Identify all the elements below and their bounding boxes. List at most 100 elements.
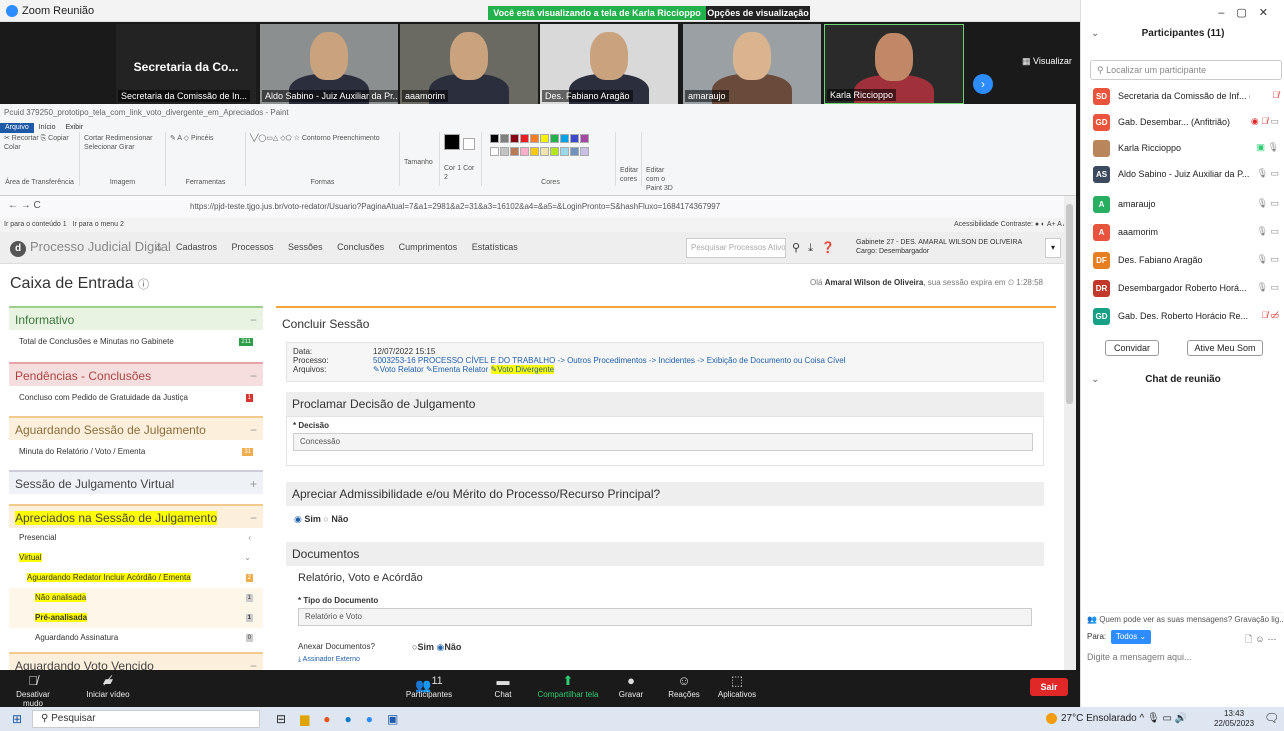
nav-arrows-icon[interactable]: ← → C bbox=[8, 200, 41, 211]
status-icons[interactable]: ◉ 🎙̸ ▭ bbox=[1251, 116, 1279, 127]
gabinete-dropdown-icon[interactable]: ▾ bbox=[1045, 238, 1061, 258]
section-sessao-virtual[interactable]: Sessão de Julgamento Virtual + bbox=[9, 470, 263, 494]
palette-swatch[interactable] bbox=[490, 134, 499, 143]
clipboard-items[interactable]: ✂ Recortar ⎘ Copiar Colar bbox=[4, 134, 75, 152]
accessibility-bar[interactable]: Acessibilidade Contraste: ● ◐ A+ A A- bbox=[954, 218, 1070, 232]
status-icons[interactable]: 🎙 ▭ bbox=[1257, 226, 1279, 237]
section-aguardando-sessao[interactable]: Aguardando Sessão de Julgamento − bbox=[9, 416, 263, 440]
section-voto-vencido[interactable]: Aguardando Voto Vencido − bbox=[9, 652, 263, 670]
palette-swatch[interactable] bbox=[510, 134, 519, 143]
shapes-items[interactable]: ╲╱◯▭△ ◇⬠ ☆ Contorno Preenchimento bbox=[250, 134, 395, 143]
help-icon[interactable]: ❓ bbox=[821, 242, 843, 254]
decisao-select[interactable]: Concessão bbox=[293, 433, 1033, 451]
chat-privacy-note[interactable]: 👥 Quem pode ver as suas mensagens? Grava… bbox=[1087, 612, 1283, 624]
video-tile[interactable]: Karla Riccioppo bbox=[824, 24, 964, 104]
taskbar-search[interactable]: ⚲ Pesquisar bbox=[32, 710, 260, 728]
radio-sim[interactable]: ◉ bbox=[294, 514, 302, 524]
participant-search-input[interactable]: ⚲ Localizar um participante bbox=[1090, 60, 1282, 80]
page-scrollbar[interactable] bbox=[1064, 196, 1076, 670]
download-icon[interactable]: ⤓ bbox=[808, 242, 821, 254]
palette-swatch[interactable] bbox=[570, 134, 579, 143]
status-icons[interactable]: 🎙 ▭ bbox=[1257, 282, 1279, 293]
section-apreciados[interactable]: Apreciados na Sessão de Julgamento − bbox=[9, 504, 263, 528]
video-tile[interactable]: aaamorim bbox=[400, 24, 538, 104]
collapse-icon[interactable]: − bbox=[250, 654, 257, 670]
next-page-icon[interactable]: › bbox=[973, 74, 993, 94]
palette-swatch[interactable] bbox=[540, 134, 549, 143]
leave-button[interactable]: Sair bbox=[1030, 678, 1068, 696]
menu-item-conclusoes[interactable]: Conclusões bbox=[337, 242, 384, 252]
emoji-icon[interactable]: ☺ bbox=[1255, 634, 1267, 644]
assinador-link[interactable]: ⤓ Assinador Externo bbox=[298, 656, 360, 664]
mute-button[interactable]: 🎙̸ Desativar mudo bbox=[8, 672, 58, 708]
video-tile[interactable]: Secretaria da Co... Secretaria da Comiss… bbox=[116, 24, 256, 104]
clock[interactable]: 13:43 22/05/2023 bbox=[1214, 709, 1254, 729]
palette-swatch[interactable] bbox=[500, 134, 509, 143]
status-icons[interactable]: ▣ 🎙 bbox=[1257, 142, 1279, 153]
voto-relator-link[interactable]: Voto Relator bbox=[380, 365, 424, 374]
participant-row[interactable]: Karla Riccioppo ▣ 🎙 bbox=[1081, 136, 1284, 162]
section-pendencias[interactable]: Pendências - Conclusões − bbox=[9, 362, 263, 386]
firefox-icon[interactable]: ● bbox=[323, 712, 344, 726]
task-view-icon[interactable]: ⊟ bbox=[276, 712, 300, 726]
windows-start-icon[interactable]: ⊞ bbox=[12, 712, 22, 726]
record-button[interactable]: ● Gravar bbox=[614, 672, 648, 699]
video-button[interactable]: ▰̸ Iniciar vídeo bbox=[80, 672, 136, 699]
chevron-down-icon[interactable]: ⌄ bbox=[1091, 374, 1099, 385]
menu-item-estatisticas[interactable]: Estatísticas bbox=[472, 242, 518, 252]
more-icon[interactable]: ⋯ bbox=[1267, 634, 1279, 644]
chat-input[interactable]: Digite a mensagem aqui... bbox=[1087, 652, 1192, 662]
search-icon[interactable]: ⚲ bbox=[792, 242, 808, 254]
video-tile[interactable]: Des. Fabiano Aragão bbox=[540, 24, 678, 104]
chat-button[interactable]: ▬ Chat bbox=[488, 672, 518, 699]
video-tile[interactable]: Aldo Sabino - Juiz Auxiliar da Pr... bbox=[260, 24, 398, 104]
palette-swatch[interactable] bbox=[540, 147, 549, 156]
palette-swatch[interactable] bbox=[510, 147, 519, 156]
zoom-app-icon[interactable]: ● bbox=[366, 712, 387, 726]
paint-group-color[interactable]: Cor 1 Cor 2 bbox=[440, 132, 482, 186]
edit-colors-button[interactable]: Editar cores bbox=[616, 132, 642, 186]
window-controls[interactable]: –▢✕ bbox=[1218, 6, 1280, 19]
recipient-dropdown[interactable]: Todos ⌄ bbox=[1111, 630, 1151, 644]
participant-row[interactable]: AS Aldo Sabino - Juiz Auxiliar da P... 🎙 ▭ bbox=[1081, 162, 1284, 188]
color2-swatch[interactable] bbox=[462, 138, 475, 150]
participants-button[interactable]: 👥11 Participantes bbox=[398, 672, 460, 699]
status-icons[interactable]: 🎙 ▭ bbox=[1257, 168, 1279, 179]
video-tile[interactable]: amaraujo bbox=[683, 24, 821, 104]
status-icons[interactable]: 🎙 ▭ bbox=[1257, 198, 1279, 209]
list-item[interactable]: Aguardando Assinatura 0 bbox=[9, 628, 263, 648]
brand[interactable]: d Processo Judicial Digital bbox=[10, 239, 171, 257]
menu-item-processos[interactable]: Processos bbox=[232, 242, 274, 252]
image-items[interactable]: Cortar Redimensionar Selecionar Girar bbox=[84, 134, 161, 152]
edit-paint3d-button[interactable]: Editar com o Paint 3D bbox=[642, 132, 682, 192]
collapse-icon[interactable]: − bbox=[250, 308, 257, 332]
list-item[interactable]: Presencial ‹ bbox=[9, 528, 263, 548]
tools-items[interactable]: ✎ A ◇ Pincéis bbox=[170, 134, 241, 143]
palette-swatch[interactable] bbox=[580, 134, 589, 143]
expand-icon[interactable]: + bbox=[250, 472, 257, 496]
paint-group-size[interactable]: Tamanho bbox=[400, 132, 440, 186]
address-bar[interactable]: https://pjd-teste.tjgo.jus.br/voto-redat… bbox=[190, 200, 890, 214]
status-icons[interactable]: 🎙 ▭ bbox=[1257, 254, 1279, 265]
palette-swatch[interactable] bbox=[570, 147, 579, 156]
participant-row[interactable]: GD Gab. Des. Roberto Horácio Re... 🎙̸ ▭̸ bbox=[1081, 304, 1284, 330]
mic-muted-icon[interactable]: 🎙̸ bbox=[1272, 90, 1279, 100]
participant-row[interactable]: DR Desembargador Roberto Horá... 🎙 ▭ bbox=[1081, 276, 1284, 302]
processo-link[interactable]: 5003253-16 PROCESSO CÍVEL E DO TRABALHO … bbox=[373, 356, 845, 365]
participant-row[interactable]: GD Gab. Desembar... (Anfitrião) ◉ 🎙̸ ▭ bbox=[1081, 110, 1284, 136]
menu-item-cumprimentos[interactable]: Cumprimentos bbox=[399, 242, 458, 252]
info-icon[interactable]: ⓘ bbox=[138, 279, 149, 291]
visualizar-button[interactable]: ▦ Visualizar bbox=[1022, 56, 1072, 67]
palette-swatch[interactable] bbox=[550, 147, 559, 156]
home-icon[interactable]: ⌂ bbox=[156, 242, 161, 252]
menu-item-sessoes[interactable]: Sessões bbox=[288, 242, 323, 252]
list-item[interactable]: Virtual ⌄ bbox=[9, 548, 263, 568]
file-icon[interactable]: 🗋 bbox=[1245, 634, 1255, 644]
status-icons[interactable]: 🎙̸ ▭̸ bbox=[1261, 310, 1279, 321]
list-item[interactable]: Pré-analisada 1 bbox=[9, 608, 263, 628]
participant-row[interactable]: DF Des. Fabiano Aragão 🎙 ▭ bbox=[1081, 248, 1284, 274]
participant-row[interactable]: Aaaamorim 🎙 ▭ bbox=[1081, 220, 1284, 246]
radio-nao[interactable]: ○ bbox=[323, 514, 328, 524]
palette-swatch[interactable] bbox=[530, 147, 539, 156]
reactions-button[interactable]: ☺ Reações bbox=[664, 672, 704, 699]
